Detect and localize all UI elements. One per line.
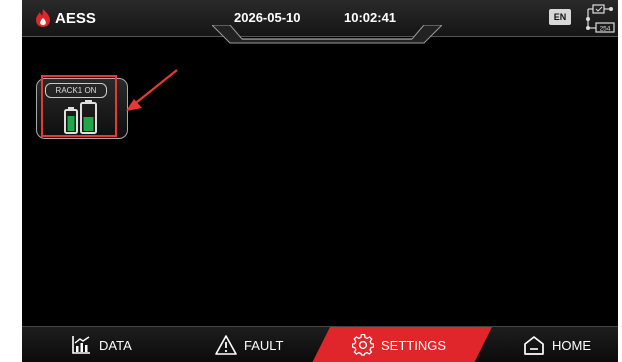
current-time: 10:02:41 xyxy=(344,10,397,25)
flame-logo-icon xyxy=(36,9,50,27)
brand-name: AESS xyxy=(55,9,96,27)
hmi-screen: AESS 2026-05-10 10:02:41 EN 254 RACK1 ON xyxy=(22,0,618,362)
tutorial-highlight-box xyxy=(41,75,117,137)
nav-home-button[interactable]: HOME xyxy=(523,327,591,362)
network-topology-icon[interactable]: 254 xyxy=(583,4,615,33)
network-address-label: 254 xyxy=(600,26,611,33)
current-date: 2026-05-10 xyxy=(234,10,301,25)
nav-data-button[interactable]: DATA xyxy=(70,327,132,362)
nav-home-label: HOME xyxy=(552,337,591,353)
home-icon xyxy=(524,336,544,355)
bottom-navigation: DATA FAULT SETTINGS HOME xyxy=(22,326,618,362)
header-tab-decoration xyxy=(212,25,442,44)
nav-settings-button[interactable]: SETTINGS xyxy=(352,327,446,362)
nav-fault-label: FAULT xyxy=(244,337,284,353)
brand-logo: AESS xyxy=(34,8,96,28)
language-button[interactable]: EN xyxy=(549,9,571,25)
warning-icon xyxy=(215,335,237,355)
gear-icon xyxy=(352,334,374,356)
pointer-arrow-icon xyxy=(126,69,178,111)
chart-icon xyxy=(72,336,90,354)
nav-settings-label: SETTINGS xyxy=(381,337,447,353)
nav-data-label: DATA xyxy=(99,337,132,353)
nav-fault-button[interactable]: FAULT xyxy=(215,327,284,362)
